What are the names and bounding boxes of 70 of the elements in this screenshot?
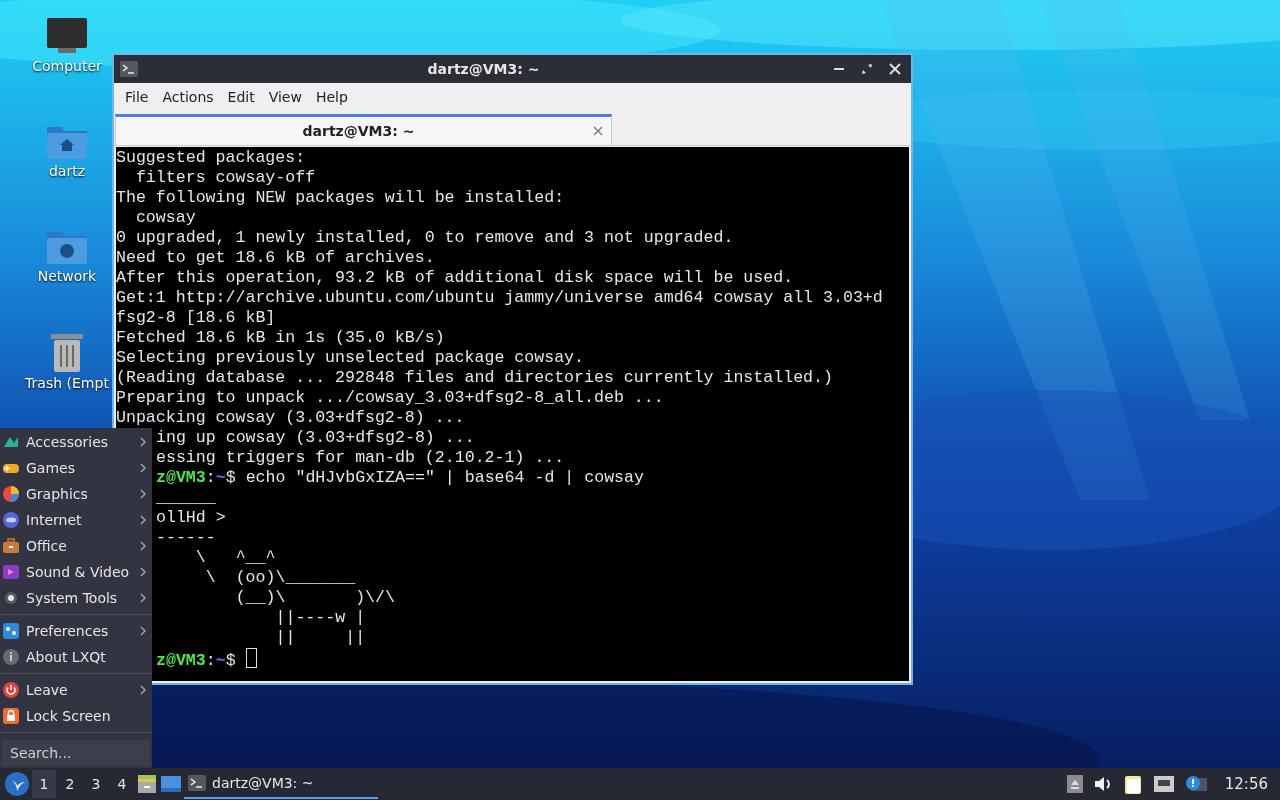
terminal-line: Preparing to unpack .../cowsay_3.03+dfsg2-8_all.deb ... — [116, 388, 664, 408]
terminal-line: ing up cowsay (3.03+dfsg2-8) ... — [155, 428, 475, 448]
menu-entry[interactable]: Graphics — [0, 481, 152, 507]
menu-entry[interactable]: Leave — [0, 677, 152, 703]
menu-item[interactable]: Edit — [220, 85, 262, 109]
menu-entry[interactable]: Preferences — [0, 618, 152, 644]
menu-entry[interactable]: Accessories — [0, 429, 152, 455]
terminal-icon — [188, 775, 206, 791]
start-menu-icon[interactable] — [4, 771, 30, 797]
desktop-switch[interactable]: 1 — [32, 770, 56, 798]
terminal-line: Selecting previously unselected package cowsay. — [116, 348, 585, 368]
terminal-line: ------ — [155, 528, 216, 548]
info-icon — [2, 648, 20, 666]
desktop-switch[interactable]: 4 — [110, 770, 134, 798]
terminal-icon — [120, 61, 138, 77]
terminal-line: ollHd > — [155, 508, 226, 528]
lock-icon — [2, 707, 20, 725]
menu-item[interactable]: View — [261, 85, 309, 109]
settings-icon — [2, 622, 20, 640]
menu-entry[interactable]: Games — [0, 455, 152, 481]
terminal-line: || || — [274, 628, 366, 648]
menu-item[interactable]: Help — [308, 85, 355, 109]
terminal-line: filters cowsay-off — [134, 168, 316, 188]
terminal-line: 0 upgraded, 1 newly installed, 0 to remove and 3 not upgraded. — [116, 228, 734, 248]
menu-entry[interactable]: Internet — [0, 507, 152, 533]
terminal-tab[interactable]: dartz@VM3: ~ — [115, 114, 612, 145]
desktop-switch[interactable]: 3 — [84, 770, 108, 798]
search-field[interactable]: Search... — [2, 740, 150, 766]
window-title: dartz@VM3: ~ — [426, 61, 541, 77]
file-manager-icon[interactable] — [136, 773, 158, 795]
terminal-line: Suggested packages: — [116, 148, 306, 168]
menu-item[interactable]: Actions — [155, 85, 221, 109]
clock: 12:56 — [1223, 775, 1269, 793]
color-wheel-icon — [2, 485, 20, 503]
globe-icon — [2, 511, 20, 529]
terminal-line: Fetched 18.6 kB in 1s (35.0 kB/s) — [116, 328, 445, 348]
terminal-line: essing triggers for man-db (2.10.2-1) ... — [155, 448, 565, 468]
terminal-line: fsg2-8 [18.6 kB] — [116, 308, 276, 328]
terminal-line: (Reading database ... 292848 files and directories currently installed.) — [116, 368, 833, 388]
monitor-icon[interactable] — [46, 16, 88, 56]
desktop-switch[interactable]: 2 — [58, 770, 82, 798]
close-icon — [889, 63, 901, 75]
show-desktop-icon[interactable] — [160, 773, 182, 795]
menu-entry[interactable]: Office — [0, 533, 152, 559]
briefcase-icon — [2, 537, 20, 555]
tab-label: dartz@VM3: ~ — [301, 123, 416, 139]
menu-entry[interactable]: System Tools — [0, 585, 152, 611]
close-icon[interactable] — [593, 126, 603, 136]
maximize-icon — [861, 63, 873, 75]
prompt-line: z@VM3:~$ echo "dHJvbGxIZA==" | base64 -d | cowsay — [156, 468, 644, 488]
terminal-line: ||----w | — [274, 608, 366, 628]
desktop-icon-label[interactable]: Network — [37, 268, 97, 284]
media-icon — [2, 563, 20, 581]
task-button[interactable]: dartz@VM3: ~ — [184, 769, 378, 799]
terminal-line: After this operation, 93.2 kB of additional disk space will be used. — [116, 268, 794, 288]
terminal-line: Need to get 18.6 kB of archives. — [116, 248, 435, 268]
terminal-line: \ ^__^ — [194, 548, 276, 568]
prompt-line: z@VM3:~$ — [156, 648, 257, 668]
terminal-line: cowsay — [134, 208, 196, 228]
terminal-line: Get:1 http://archive.ubuntu.com/ubuntu jammy/universe amd64 cowsay all 3.03+d — [116, 288, 883, 308]
menu-item[interactable]: File — [118, 85, 156, 109]
menu-entry[interactable]: About LXQt — [0, 644, 152, 670]
desktop-icon-label[interactable]: Trash (Empt — [25, 375, 109, 391]
power-icon — [2, 681, 20, 699]
menu-entry[interactable]: Sound & Video — [0, 559, 152, 585]
terminal-line: The following NEW packages will be installed: — [116, 188, 565, 208]
menu-entry[interactable]: Lock Screen — [0, 703, 152, 729]
terminal-line: (__)\ )\/\ — [234, 588, 395, 608]
terminal-line: ______ — [155, 488, 216, 508]
terminal-line: Unpacking cowsay (3.03+dfsg2-8) ... — [116, 408, 465, 428]
